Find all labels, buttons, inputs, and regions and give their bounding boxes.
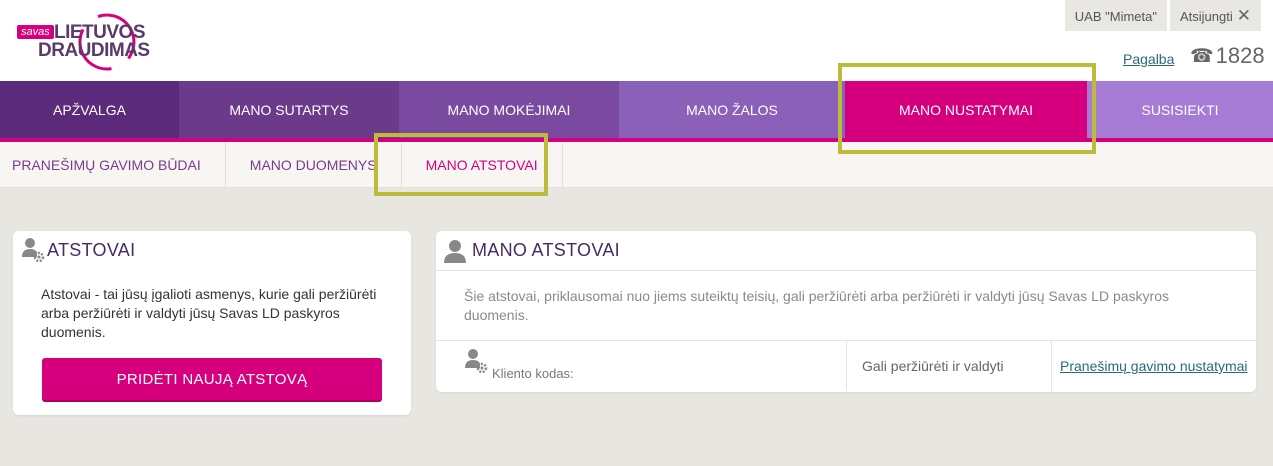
atstovai-card-header: ATSTOVAI bbox=[13, 231, 411, 269]
account-bar: UAB "Mimeta" Atsijungti ✕ bbox=[1062, 0, 1261, 31]
logout-button[interactable]: Atsijungti ✕ bbox=[1170, 0, 1261, 31]
permission-cell: Gali peržiūrėti ir valdyti bbox=[847, 341, 1052, 391]
client-code-cell: Kliento kodas: bbox=[436, 341, 847, 391]
representative-row: Kliento kodas: Gali peržiūrėti ir valdyt… bbox=[436, 341, 1256, 391]
company-name[interactable]: UAB "Mimeta" bbox=[1064, 0, 1167, 31]
nav-item-nustatymai[interactable]: MANO NUSTATYMAI bbox=[845, 81, 1087, 138]
atstovai-description: Atstovai - tai jūsų įgalioti asmenys, ku… bbox=[41, 286, 377, 340]
mano-atstovai-card: MANO ATSTOVAI Šie atstovai, priklausomai… bbox=[436, 231, 1256, 392]
tab-pranesimu-gavimo-budai[interactable]: PRANEŠIMŲ GAVIMO BŪDAI bbox=[0, 142, 226, 188]
logo-text-line2: DRAUDIMAS bbox=[38, 40, 150, 61]
nav-item-sutartys[interactable]: MANO SUTARTYS bbox=[179, 81, 399, 138]
user-gear-icon bbox=[465, 349, 488, 374]
tab-mano-atstovai[interactable]: MANO ATSTOVAI bbox=[402, 142, 563, 188]
nav-item-susisiekti[interactable]: SUSISIEKTI bbox=[1087, 81, 1273, 138]
mano-atstovai-card-title: MANO ATSTOVAI bbox=[472, 240, 620, 260]
site-header: savas LIETUVOS DRAUDIMAS UAB "Mimeta" At… bbox=[0, 0, 1273, 81]
phone-icon: ☎ bbox=[1190, 45, 1214, 67]
user-gear-icon bbox=[22, 238, 45, 263]
mano-atstovai-description: Šie atstovai, priklausomai nuo jiems sut… bbox=[436, 271, 1256, 341]
main-nav: APŽVALGA MANO SUTARTYS MANO MOKĖJIMAI MA… bbox=[0, 81, 1273, 138]
close-icon: ✕ bbox=[1236, 6, 1251, 25]
user-icon bbox=[444, 239, 466, 263]
atstovai-card: ATSTOVAI Atstovai - tai jūsų įgalioti as… bbox=[13, 231, 411, 415]
add-representative-button[interactable]: PRIDĖTI NAUJĄ ATSTOVĄ bbox=[42, 358, 382, 400]
nav-item-apzvalga[interactable]: APŽVALGA bbox=[0, 81, 179, 138]
mano-atstovai-card-header: MANO ATSTOVAI bbox=[436, 231, 1256, 271]
logo-badge: savas bbox=[17, 25, 54, 39]
help-link[interactable]: Pagalba bbox=[1123, 51, 1174, 67]
nav-item-zalos[interactable]: MANO ŽALOS bbox=[619, 81, 845, 138]
atstovai-card-title: ATSTOVAI bbox=[47, 239, 136, 260]
tab-mano-duomenys[interactable]: MANO DUOMENYS bbox=[226, 142, 402, 188]
nav-item-mokejimai[interactable]: MANO MOKĖJIMAI bbox=[399, 81, 619, 138]
logo[interactable]: savas LIETUVOS DRAUDIMAS bbox=[14, 10, 154, 72]
phone-value: 1828 bbox=[1215, 43, 1265, 68]
phone-number: ☎ 1828 bbox=[1190, 43, 1265, 69]
notification-settings-link[interactable]: Pranešimų gavimo nustatymai bbox=[1060, 358, 1248, 374]
client-code-label: Kliento kodas: bbox=[492, 365, 574, 381]
sub-nav: PRANEŠIMŲ GAVIMO BŪDAI MANO DUOMENYS MAN… bbox=[0, 142, 1273, 188]
link-cell: Pranešimų gavimo nustatymai bbox=[1052, 341, 1256, 391]
logout-label: Atsijungti bbox=[1180, 8, 1233, 24]
